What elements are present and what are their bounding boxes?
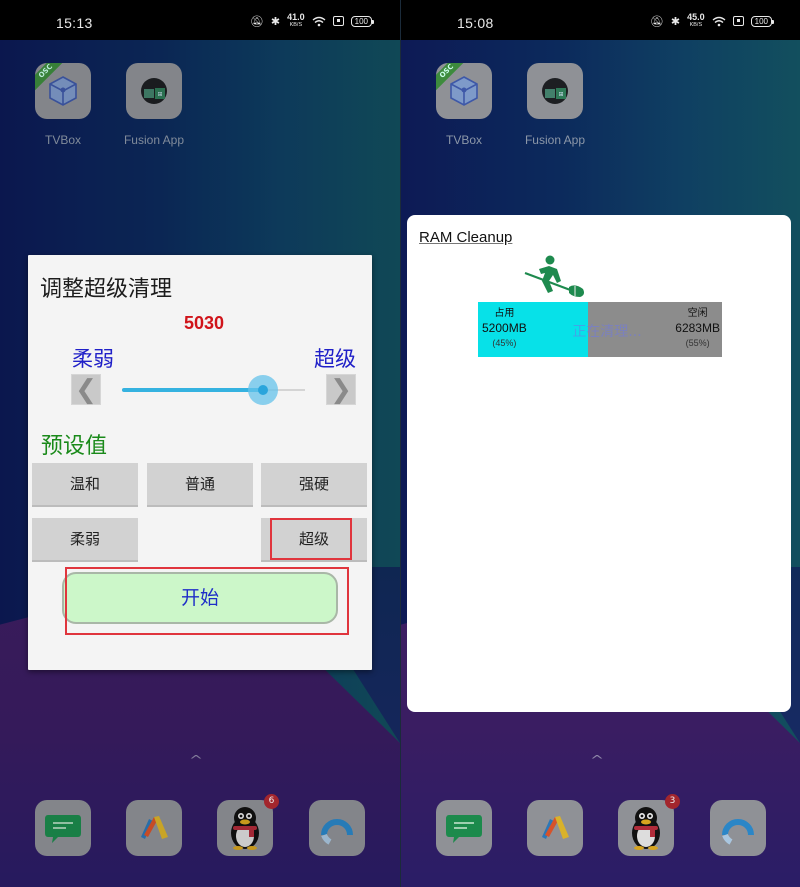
preset-weak-button[interactable]: 柔弱	[32, 518, 138, 562]
net-speed-value: 45.0	[687, 12, 705, 22]
cleaning-status: 正在清理...	[572, 324, 642, 340]
dialog-title: RAM Cleanup	[419, 229, 513, 246]
min-label: 柔弱	[72, 347, 114, 371]
network-speed: 45.0 KB/S	[687, 13, 705, 29]
screen-record-icon	[732, 16, 744, 26]
app-drawer-arrow-icon[interactable]: ^	[590, 753, 604, 767]
preset-heading: 预设值	[41, 434, 108, 459]
free-label: 空闲	[687, 308, 708, 319]
fusion-app-icon: ⊞	[126, 63, 182, 119]
preset-gentle-button[interactable]: 温和	[32, 463, 138, 507]
app-fusion[interactable]: ⊞ Fusion App	[525, 63, 585, 147]
tvbox-icon: OSC	[436, 63, 492, 119]
dock-app-qq[interactable]: 6	[217, 794, 279, 856]
screen-record-icon	[332, 16, 344, 26]
start-button[interactable]: 开始	[62, 572, 338, 624]
notification-badge: 6	[264, 794, 279, 809]
net-speed-unit: KB/S	[689, 22, 703, 28]
app-label: Fusion App	[524, 133, 586, 147]
cleanup-level-slider[interactable]	[122, 375, 305, 405]
app-label: Fusion App	[123, 133, 185, 147]
browser-icon	[309, 800, 365, 856]
bluetooth-icon: ✱	[270, 15, 281, 28]
phone-screen-right: 15:08 🔕︎ ✱ 45.0 KB/S 100 OSC TVBox ⊞ Fus…	[400, 0, 800, 887]
status-time: 15:13	[56, 15, 93, 31]
bluetooth-icon: ✱	[670, 15, 681, 28]
wifi-icon	[312, 16, 326, 27]
ram-usage-bar: 占用 5200MB (45%) 空闲 6283MB (55%) 正在清理...	[478, 302, 722, 357]
app-drawer-arrow-icon[interactable]: ^	[189, 753, 203, 767]
cleanup-level-value: 5030	[183, 313, 225, 333]
fusion-app-icon: ⊞	[527, 63, 583, 119]
dock-app-browser[interactable]	[309, 800, 365, 856]
dialog-title: 调整超级清理	[40, 277, 173, 302]
svg-text:⊞: ⊞	[558, 91, 563, 98]
status-bar: 15:08 🔕︎ ✱ 45.0 KB/S 100	[401, 0, 800, 40]
decrement-button[interactable]: ❮	[71, 374, 101, 405]
app-label: TVBox	[44, 133, 81, 147]
chevron-right-icon: ❯	[330, 375, 352, 405]
sweeping-person-icon	[523, 255, 589, 301]
status-bar: 15:13 🔕︎ ✱ 41.0 KB/S 100	[0, 0, 400, 40]
messages-icon	[436, 800, 492, 856]
tvbox-icon: OSC	[35, 63, 91, 119]
slider-fill	[122, 388, 263, 392]
preset-super-button[interactable]: 超级	[261, 518, 367, 562]
dock-app-qq[interactable]: 3	[618, 794, 680, 856]
notification-badge: 3	[665, 794, 680, 809]
app-fusion[interactable]: ⊞ Fusion App	[124, 63, 184, 147]
app-2-icon	[126, 800, 182, 856]
chevron-left-icon: ❮	[75, 375, 97, 405]
net-speed-value: 41.0	[287, 12, 305, 22]
battery-icon: 100	[350, 15, 375, 27]
messages-icon	[35, 800, 91, 856]
max-label: 超级	[314, 347, 356, 371]
preset-normal-button[interactable]: 普通	[147, 463, 253, 507]
dock-app-messages[interactable]	[35, 800, 91, 856]
slider-thumb[interactable]	[258, 385, 268, 395]
bell-off-icon: 🔕︎	[649, 15, 664, 28]
ram-cleanup-dialog: RAM Cleanup 占用 5200MB (45%) 空闲 6283MB (5…	[407, 215, 791, 712]
app-tvbox[interactable]: OSC TVBox	[35, 63, 91, 147]
used-label: 占用	[494, 308, 515, 319]
dock-app-2[interactable]	[527, 800, 583, 856]
app-tvbox[interactable]: OSC TVBox	[436, 63, 492, 147]
dock-app-2[interactable]	[126, 800, 182, 856]
status-time: 15:08	[457, 15, 494, 31]
network-speed: 41.0 KB/S	[287, 13, 305, 29]
dock-app-messages[interactable]	[436, 800, 492, 856]
increment-button[interactable]: ❯	[326, 374, 356, 405]
bell-off-icon: 🔕︎	[249, 15, 264, 28]
svg-text:⊞: ⊞	[157, 91, 162, 98]
qq-penguin-icon	[618, 800, 674, 856]
browser-icon	[710, 800, 766, 856]
super-cleanup-dialog: 调整超级清理 5030 柔弱 超级 ❮ ❯ 预设值 温和 普通 强硬 柔弱 超级…	[28, 255, 372, 670]
app-2-icon	[527, 800, 583, 856]
net-speed-unit: KB/S	[289, 22, 303, 28]
app-label: TVBox	[445, 133, 482, 147]
preset-strong-button[interactable]: 强硬	[261, 463, 367, 507]
dock-app-browser[interactable]	[710, 800, 766, 856]
battery-icon: 100	[750, 15, 775, 27]
phone-screen-left: 15:13 🔕︎ ✱ 41.0 KB/S 100 OSC TVBox ⊞ Fus…	[0, 0, 400, 887]
qq-penguin-icon	[217, 800, 273, 856]
wifi-icon	[712, 16, 726, 27]
